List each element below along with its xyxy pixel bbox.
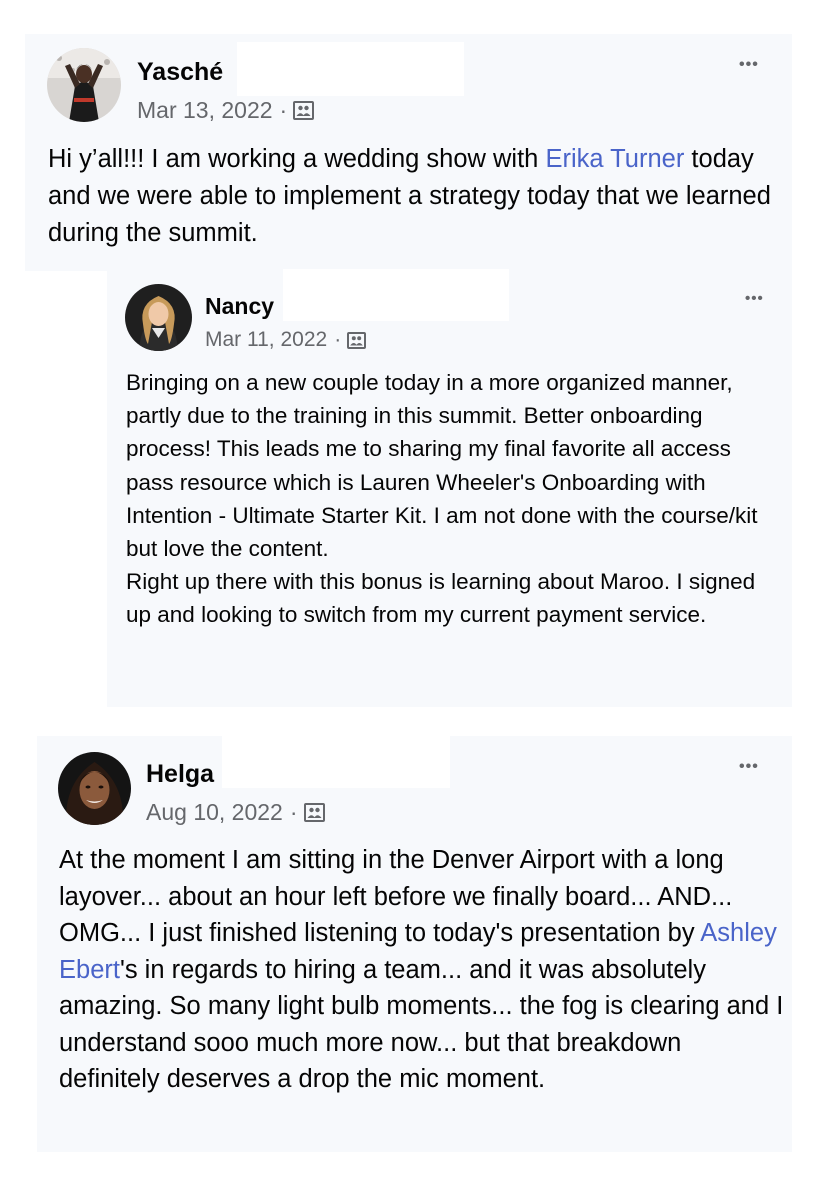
more-options-button[interactable]: •••: [739, 758, 759, 776]
post-body: Hi y’all!!! I am working a wedding show …: [48, 141, 783, 252]
post-date[interactable]: Mar 13, 2022: [137, 97, 273, 124]
author-name[interactable]: Helga: [146, 760, 214, 789]
post-body: At the moment I am sitting in the Denver…: [59, 842, 784, 1098]
author-name[interactable]: Yasché: [137, 58, 223, 87]
post-body: Bringing on a new couple today in a more…: [126, 366, 784, 632]
post-paragraph: Right up there with this bonus is learni…: [126, 569, 756, 628]
more-options-button[interactable]: •••: [745, 290, 764, 307]
post-text-start: Hi y’all!!! I am working a wedding show …: [48, 145, 546, 173]
avatar[interactable]: [47, 48, 121, 122]
redacted-name-block: [283, 269, 509, 321]
avatar[interactable]: [125, 284, 192, 351]
mention-link[interactable]: Erika Turner: [545, 145, 684, 173]
group-members-icon: [293, 100, 315, 120]
post-meta: Mar 13, 2022 ·: [137, 95, 315, 125]
meta-separator: ·: [289, 798, 298, 825]
post-text-start: At the moment I am sitting in the Denver…: [59, 846, 733, 947]
post-paragraph: Bringing on a new couple today in a more…: [126, 370, 758, 562]
avatar-photo-yasche: [47, 48, 121, 122]
post-text-end: 's in regards to hiring a team... and it…: [59, 955, 784, 1094]
more-options-button[interactable]: •••: [739, 56, 759, 74]
post-meta: Aug 10, 2022 ·: [146, 797, 325, 827]
redacted-name-block: [222, 736, 450, 788]
post-date[interactable]: Aug 10, 2022: [146, 799, 283, 826]
avatar-photo-nancy: [125, 284, 192, 351]
post-meta: Mar 11, 2022 ·: [205, 326, 367, 354]
group-members-icon: [347, 331, 367, 349]
post-date[interactable]: Mar 11, 2022: [205, 328, 327, 352]
avatar[interactable]: [58, 752, 131, 825]
meta-separator: ·: [279, 96, 288, 123]
redacted-name-block: [237, 42, 464, 96]
group-members-icon: [303, 802, 325, 822]
meta-separator: ·: [334, 328, 342, 351]
author-name[interactable]: Nancy: [205, 293, 274, 320]
avatar-photo-helga: [58, 752, 131, 825]
